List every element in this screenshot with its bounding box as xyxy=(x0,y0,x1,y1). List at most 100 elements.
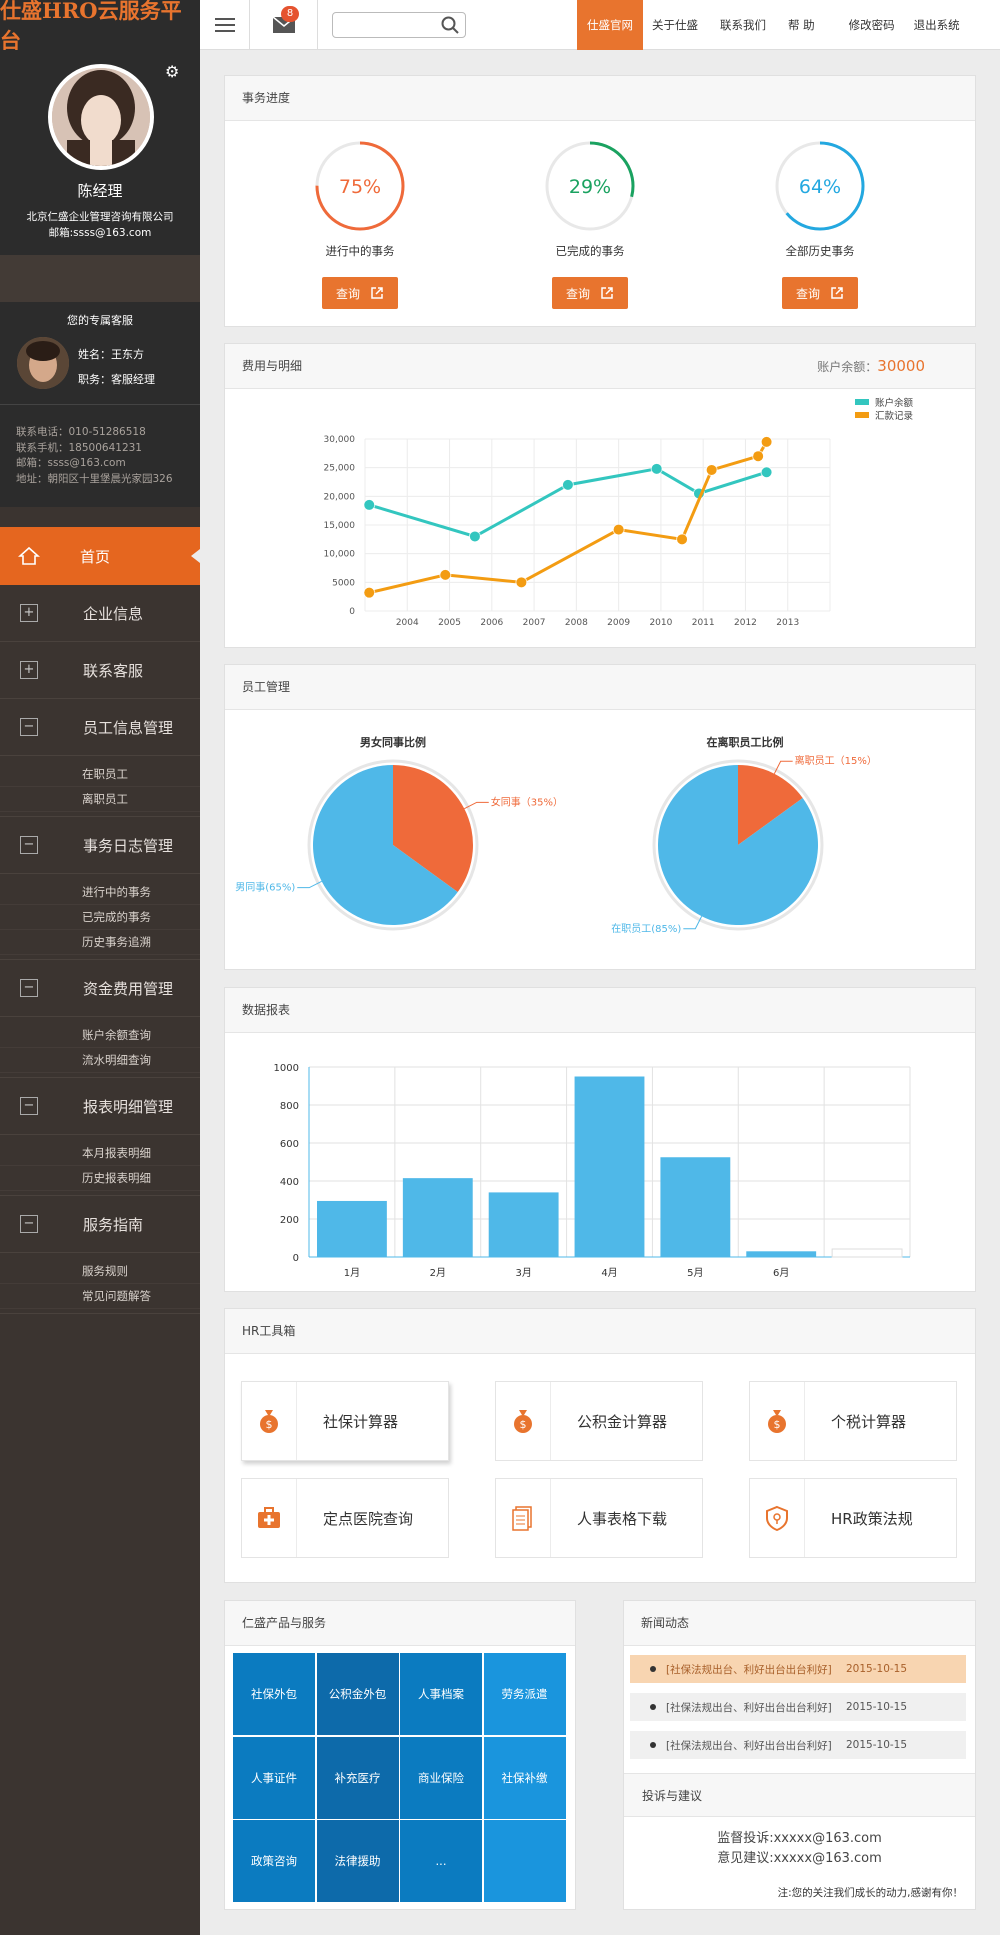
submenu: 本月报表明细 历史报表明细 xyxy=(0,1135,200,1196)
menu-section-2[interactable]: − 员工信息管理 xyxy=(0,699,200,756)
progress-label: 已完成的事务 xyxy=(555,244,625,258)
menu-section-0[interactable]: + 企业信息 xyxy=(0,585,200,642)
submenu-item[interactable]: 在职员工 xyxy=(0,762,200,787)
service-rep-avatar-image xyxy=(17,337,69,389)
user-avatar-image xyxy=(52,68,150,166)
nav-logout[interactable]: 退出系统 xyxy=(909,0,965,50)
menu-section-1[interactable]: + 联系客服 xyxy=(0,642,200,699)
tool-label: HR政策法规 xyxy=(831,1509,913,1528)
news-text: [社保法规出台、利好出台出台利好] xyxy=(666,1739,832,1752)
news-item[interactable]: [社保法规出台、利好出台出台利好] 2015-10-15 xyxy=(630,1655,966,1683)
data-point xyxy=(469,531,480,542)
search-box[interactable] xyxy=(332,12,466,38)
submenu-item[interactable]: 历史事务追溯 xyxy=(0,930,200,955)
submenu-item[interactable]: 离职员工 xyxy=(0,787,200,812)
logo[interactable]: 仕盛HRO云服务平台 xyxy=(0,0,200,53)
bar xyxy=(402,1178,473,1257)
x-tick-label: 3月 xyxy=(515,1267,531,1279)
product-tile[interactable]: 商业保险 xyxy=(400,1736,482,1819)
submenu-item[interactable]: 服务规则 xyxy=(0,1259,200,1284)
y-tick-label: 25,000 xyxy=(324,464,356,474)
menu-section-3[interactable]: − 事务日志管理 xyxy=(0,817,200,874)
y-tick-label: 10,000 xyxy=(324,550,356,560)
menu-section-4[interactable]: − 资金费用管理 xyxy=(0,960,200,1017)
tool-income-tax-calculator[interactable]: $ 个税计算器 xyxy=(749,1381,957,1461)
product-tile[interactable]: 人事档案 xyxy=(400,1653,482,1735)
user-email: 邮箱:ssss@163.com xyxy=(48,227,152,239)
submenu-item[interactable]: 流水明细查询 xyxy=(0,1048,200,1073)
complaint-line: 监督投诉:xxxxx@163.com xyxy=(717,1831,882,1846)
menu-toggle-button[interactable] xyxy=(200,0,250,50)
bar xyxy=(574,1076,645,1257)
nav-official-site[interactable]: 仕盛官网 xyxy=(577,0,643,50)
mail-button[interactable]: 8 xyxy=(250,0,318,50)
menu-section-label: 联系客服 xyxy=(83,661,144,680)
y-tick-label: 15,000 xyxy=(324,521,356,531)
submenu-item[interactable]: 常见问题解答 xyxy=(0,1284,200,1309)
y-tick-label: 5000 xyxy=(332,578,355,588)
expand-icon: + xyxy=(20,661,38,679)
x-tick-label: 2005 xyxy=(438,618,461,628)
product-tile[interactable]: 人事证件 xyxy=(233,1736,315,1819)
home-icon xyxy=(18,546,40,565)
x-tick-label: 6月 xyxy=(773,1267,789,1279)
submenu-item[interactable]: 账户余额查询 xyxy=(0,1023,200,1048)
tool-forms-download[interactable]: 人事表格下载 xyxy=(495,1478,703,1558)
search-icon[interactable] xyxy=(441,16,459,34)
pie-label: 离职员工（15%） xyxy=(795,754,877,767)
tool-policies[interactable]: HR政策法规 xyxy=(749,1478,957,1558)
product-tile[interactable]: 法律援助 xyxy=(316,1820,399,1902)
query-button[interactable]: 查询 xyxy=(782,277,858,309)
nav-change-password[interactable]: 修改密码 xyxy=(835,0,909,50)
product-tile[interactable]: ... xyxy=(400,1820,482,1902)
product-tile[interactable]: 社保补缴 xyxy=(483,1736,566,1819)
news-date: 2015-10-15 xyxy=(846,1701,908,1713)
employees-title: 员工管理 xyxy=(225,665,975,710)
product-tile[interactable]: 政策咨询 xyxy=(233,1820,315,1902)
product-tile[interactable]: 社保外包 xyxy=(233,1653,315,1735)
y-tick-label: 0 xyxy=(293,1253,299,1264)
tool-housing-fund-calculator[interactable]: $ 公积金计算器 xyxy=(495,1381,703,1461)
submenu: 在职员工 离职员工 xyxy=(0,756,200,817)
collapse-icon: − xyxy=(20,836,38,854)
query-button[interactable]: 查询 xyxy=(552,277,628,309)
fees-panel: 费用与明细 账户余额：30000 0 5000 10,000 15,000 20,000… xyxy=(224,343,976,648)
pie-label: 在职员工(85%) xyxy=(611,923,681,935)
product-tile[interactable]: 公积金外包 xyxy=(316,1653,399,1735)
tool-hospital-lookup[interactable]: 定点医院查询 xyxy=(241,1478,449,1558)
news-item[interactable]: [社保法规出台、利好出台出台利好] 2015-10-15 xyxy=(630,1693,966,1721)
query-button[interactable]: 查询 xyxy=(322,277,398,309)
product-tile[interactable] xyxy=(483,1820,566,1902)
employee-pie-charts: 男女同事比例女同事（35%） 男同事(65%) 在离职员工比例离职员工（15%） 在职… xyxy=(235,735,877,935)
settings-gear-icon[interactable]: ⚙ xyxy=(165,62,179,81)
submenu-item[interactable]: 历史报表明细 xyxy=(0,1166,200,1191)
nav-help[interactable]: 帮 助 xyxy=(779,0,835,50)
legend-swatch xyxy=(855,399,869,405)
data-point xyxy=(562,479,573,490)
nav-about[interactable]: 关于仕盛 xyxy=(643,0,707,50)
tool-label: 人事表格下载 xyxy=(577,1509,668,1528)
submenu-item[interactable]: 已完成的事务 xyxy=(0,905,200,930)
medical-kit-icon xyxy=(242,1479,297,1557)
pie-label: 男同事(65%) xyxy=(235,881,295,894)
nav-contact[interactable]: 联系我们 xyxy=(707,0,779,50)
user-avatar[interactable] xyxy=(48,64,154,170)
document-icon xyxy=(496,1479,551,1557)
menu-section-5[interactable]: − 报表明细管理 xyxy=(0,1078,200,1135)
tool-social-security-calculator[interactable]: $ 社保计算器 xyxy=(241,1381,449,1461)
fees-title: 费用与明细 xyxy=(242,359,303,373)
menu-section-6[interactable]: − 服务指南 xyxy=(0,1196,200,1253)
external-link-icon xyxy=(601,287,613,299)
progress-ring: 64% xyxy=(775,141,865,231)
product-tile[interactable]: 补充医疗 xyxy=(316,1736,399,1819)
search-input[interactable] xyxy=(339,13,439,37)
products-panel: 仁盛产品与服务 社保外包 公积金外包 人事档案 劳务派遣 人事证件 补充医疗 商业保险 社保补… xyxy=(224,1600,576,1910)
news-item[interactable]: [社保法规出台、利好出台出台利好] 2015-10-15 xyxy=(630,1731,966,1759)
product-tile[interactable]: 劳务派遣 xyxy=(483,1653,566,1735)
news-text: [社保法规出台、利好出台出台利好] xyxy=(666,1663,832,1676)
progress-value: 29% xyxy=(569,176,611,198)
tool-label: 个税计算器 xyxy=(831,1412,907,1431)
menu-home[interactable]: 首页 xyxy=(0,527,200,585)
submenu-item[interactable]: 本月报表明细 xyxy=(0,1141,200,1166)
submenu-item[interactable]: 进行中的事务 xyxy=(0,880,200,905)
